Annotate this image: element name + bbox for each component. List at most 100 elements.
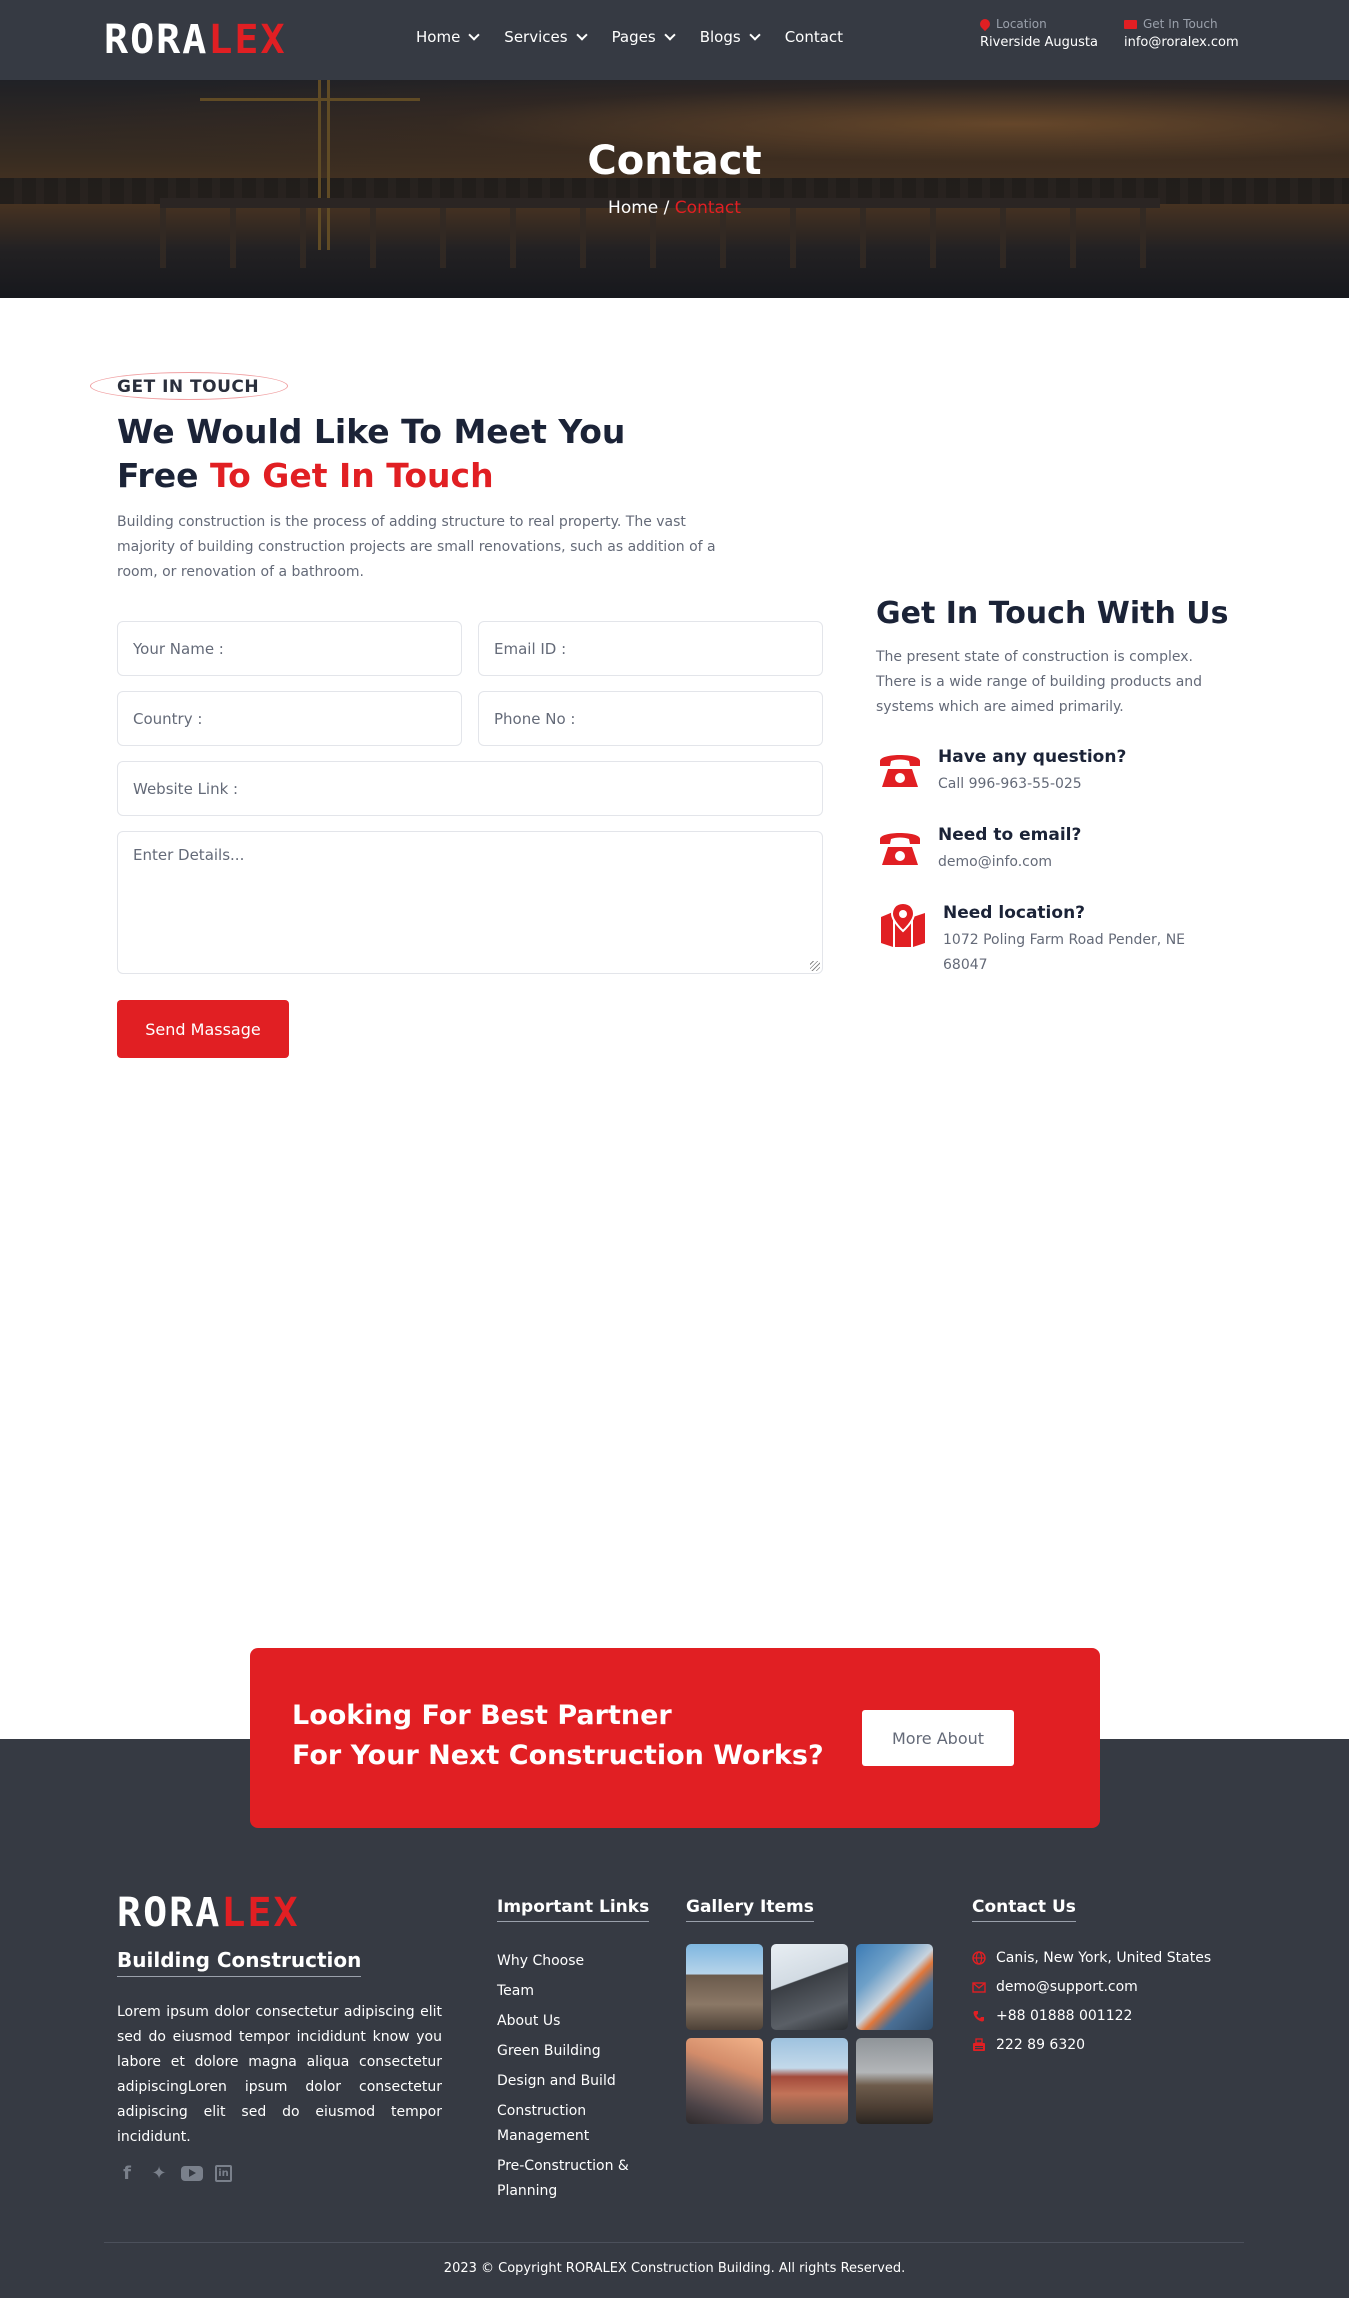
page-title: Contact: [587, 138, 762, 184]
logo[interactable]: RORALEX: [104, 20, 287, 60]
location-pin-icon: [977, 16, 993, 32]
site-header: RORALEX Home Services Pages Blogs Contac…: [0, 0, 1349, 80]
links-title: Important Links: [497, 1897, 650, 1922]
info-question-title: Have any question?: [938, 747, 1127, 767]
details-textarea[interactable]: Enter Details...: [117, 831, 823, 974]
info-question-detail[interactable]: Call 996-963-55-025: [938, 772, 1198, 797]
cta-text: Looking For Best Partner For Your Next C…: [292, 1696, 824, 1776]
gallery-image[interactable]: [856, 2038, 933, 2124]
touch-panel-title: Get In Touch With Us: [876, 596, 1229, 631]
header-get-in-touch: Get In Touch info@roralex.com: [1124, 17, 1239, 50]
chevron-down-icon: [575, 29, 588, 41]
country-input[interactable]: Country :: [117, 691, 462, 746]
nav-home[interactable]: Home: [416, 28, 480, 46]
map-pin-icon: [881, 903, 925, 947]
breadcrumb-separator: /: [663, 198, 670, 218]
chevron-down-icon: [468, 29, 480, 41]
link-team[interactable]: Team: [497, 1979, 647, 2004]
website-input[interactable]: Website Link :: [117, 761, 823, 816]
gallery-grid: [686, 1944, 933, 2124]
email-input[interactable]: Email ID :: [478, 621, 823, 676]
nav-contact[interactable]: Contact: [785, 28, 843, 46]
info-email-detail[interactable]: demo@info.com: [938, 850, 1198, 875]
section-intro: Building construction is the process of …: [117, 514, 716, 580]
contact-email[interactable]: demo@support.com: [972, 1979, 1211, 1995]
header-location: Location Riverside Augusta: [977, 16, 1098, 50]
cta-banner: Looking For Best Partner For Your Next C…: [250, 1648, 1100, 1828]
footer-logo-part-2: LEX: [221, 1890, 300, 1936]
contact-title: Contact Us: [972, 1897, 1076, 1922]
globe-icon: [972, 1951, 986, 1965]
link-about-us[interactable]: About Us: [497, 2009, 647, 2034]
nav-contact-label: Contact: [784, 28, 844, 46]
breadcrumb-current: Contact: [674, 198, 741, 218]
link-why-choose[interactable]: Why Choose: [497, 1949, 647, 1974]
breadcrumb-home[interactable]: Home: [608, 198, 658, 218]
info-email-title: Need to email?: [938, 825, 1082, 845]
info-location-title: Need location?: [943, 903, 1086, 923]
contact-address: Canis, New York, United States: [972, 1950, 1211, 1966]
nav-pages-label: Pages: [611, 28, 656, 46]
link-design-build[interactable]: Design and Build: [497, 2069, 647, 2094]
nav-pages[interactable]: Pages: [611, 28, 676, 46]
touch-label: Get In Touch: [1143, 17, 1218, 31]
twitter-icon[interactable]: ✦: [149, 2163, 169, 2184]
heading-line-2: Free: [117, 456, 210, 495]
section-heading: We Would Like To Meet You Free To Get In…: [117, 410, 625, 498]
gallery-image[interactable]: [771, 2038, 848, 2124]
info-location-detail: 1072 Poling Farm Road Pender, NE 68047: [943, 932, 1186, 973]
phone-input[interactable]: Phone No :: [478, 691, 823, 746]
chevron-down-icon: [664, 29, 676, 41]
telephone-icon: [880, 755, 920, 787]
resize-handle-icon[interactable]: [810, 961, 820, 971]
chevron-down-icon: [749, 29, 761, 41]
nav-services[interactable]: Services: [504, 28, 588, 46]
contact-fax-text: 222 89 6320: [996, 2037, 1086, 2053]
footer-contact-list: Canis, New York, United States demo@supp…: [972, 1950, 1211, 2066]
nav-services-label: Services: [504, 28, 568, 46]
footer-logo-part-1: RORA: [117, 1890, 222, 1936]
link-construction-management[interactable]: Construction Management: [497, 2099, 647, 2149]
footer-about: Lorem ipsum dolor consectetur adipiscing…: [117, 2004, 442, 2145]
contact-phone-text: +88 01888 001122: [996, 2008, 1133, 2024]
nav-blogs-label: Blogs: [699, 28, 741, 46]
page-hero: Contact Home / Contact: [0, 80, 1349, 298]
more-about-button[interactable]: More About: [862, 1710, 1014, 1766]
location-value: Riverside Augusta: [980, 35, 1098, 50]
gallery-image[interactable]: [686, 1944, 763, 2030]
contact-phone[interactable]: +88 01888 001122: [972, 2008, 1211, 2024]
touch-email[interactable]: info@roralex.com: [1124, 35, 1239, 50]
envelope-icon: [972, 1982, 986, 1993]
facebook-icon[interactable]: f: [117, 2163, 137, 2184]
footer-divider: [104, 2242, 1244, 2243]
send-message-button[interactable]: Send Massage: [117, 1000, 289, 1058]
footer-subtitle: Building Construction: [117, 1948, 362, 1977]
fax-icon: [973, 2038, 985, 2051]
details-placeholder: Enter Details...: [133, 846, 245, 864]
breadcrumb: Home / Contact: [0, 198, 1349, 218]
linkedin-icon[interactable]: in: [215, 2165, 232, 2182]
logo-part-1: RORA: [104, 17, 209, 63]
footer-logo[interactable]: RORALEX: [117, 1893, 300, 1933]
gallery-image[interactable]: [856, 1944, 933, 2030]
social-links: f ✦ in: [117, 2163, 232, 2184]
phone-ring-icon: [973, 2011, 984, 2022]
cta-line-1: Looking For Best Partner: [292, 1700, 672, 1731]
nav-blogs[interactable]: Blogs: [699, 28, 761, 46]
touch-panel-description: The present state of construction is com…: [876, 649, 1203, 715]
envelope-icon: [1124, 19, 1137, 29]
name-input[interactable]: Your Name :: [117, 621, 462, 676]
hero-overlay: [0, 80, 1349, 298]
cta-line-2: For Your Next Construction Works?: [292, 1740, 824, 1771]
nav-home-label: Home: [416, 28, 461, 46]
main-nav: Home Services Pages Blogs Contact: [416, 28, 843, 46]
link-pre-construction[interactable]: Pre-Construction & Planning: [497, 2154, 647, 2204]
contact-address-text: Canis, New York, United States: [996, 1950, 1212, 1966]
gallery-image[interactable]: [771, 1944, 848, 2030]
heading-line-1: We Would Like To Meet You: [117, 412, 626, 451]
logo-part-2: LEX: [208, 17, 287, 63]
important-links: Why Choose Team About Us Green Building …: [497, 1949, 647, 2209]
link-green-building[interactable]: Green Building: [497, 2039, 647, 2064]
youtube-icon[interactable]: [181, 2166, 203, 2181]
gallery-image[interactable]: [686, 2038, 763, 2124]
